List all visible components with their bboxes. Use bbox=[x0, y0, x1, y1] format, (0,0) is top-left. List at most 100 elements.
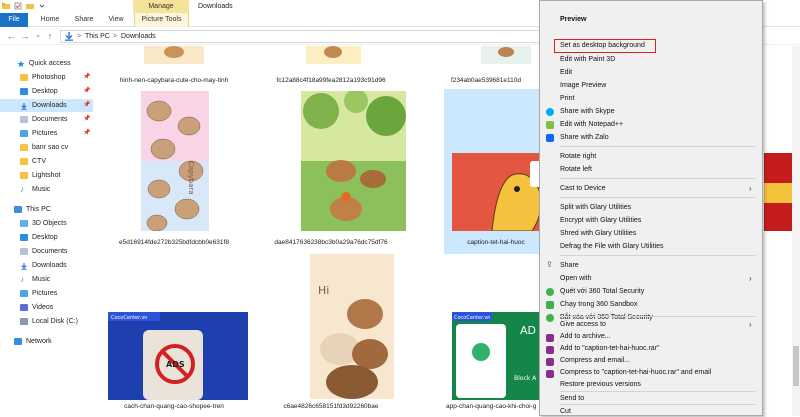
menu-item-share-skype[interactable]: Share with Skype bbox=[540, 105, 762, 118]
file-thumbnail[interactable] bbox=[481, 46, 531, 64]
tab-picture-tools[interactable]: Picture Tools bbox=[134, 13, 189, 27]
file-name[interactable]: hinh-nen-capybara-cute-cho-may-tinh bbox=[99, 77, 249, 84]
manage-contextual-tab[interactable]: Manage bbox=[133, 0, 189, 13]
menu-item-send-to[interactable]: Send to bbox=[540, 393, 762, 404]
crumb-this-pc[interactable]: This PC bbox=[85, 32, 110, 42]
nav-item-downloads[interactable]: Downloads 📌 bbox=[0, 99, 93, 112]
new-folder-icon[interactable] bbox=[26, 2, 34, 10]
nav-item-pictures-pc[interactable]: Pictures bbox=[0, 287, 93, 300]
menu-item-restore-versions[interactable]: Restore previous versions bbox=[540, 379, 762, 390]
menu-item-open-with[interactable]: Open with › bbox=[540, 272, 762, 285]
tab-view[interactable]: View bbox=[105, 13, 127, 27]
crumb-downloads[interactable]: Downloads bbox=[121, 32, 156, 42]
tab-home[interactable]: Home bbox=[38, 13, 62, 27]
menu-item-360-sandbox[interactable]: Chạy trong 360 Sandbox bbox=[540, 298, 762, 311]
menu-item-share-zalo[interactable]: Share with Zalo bbox=[540, 131, 762, 144]
back-arrow-icon[interactable]: ← bbox=[6, 31, 16, 41]
vertical-scrollbar[interactable] bbox=[792, 46, 800, 416]
file-name[interactable]: dae8417636238bc3b0a29a76dc75df76 bbox=[256, 239, 406, 246]
menu-item-image-preview[interactable]: Image Preview bbox=[540, 79, 762, 92]
computer-icon bbox=[14, 206, 22, 213]
menu-item-edit-paint-3d[interactable]: Edit with Paint 3D bbox=[540, 53, 762, 66]
nav-item-documents[interactable]: Documents 📌 bbox=[0, 113, 93, 126]
nav-item-music-pc[interactable]: ♪ Music bbox=[0, 273, 93, 286]
menu-item-cast-to-device[interactable]: Cast to Device › bbox=[540, 182, 762, 195]
network-icon bbox=[14, 338, 22, 345]
scrollbar-thumb[interactable] bbox=[793, 346, 799, 386]
file-name[interactable]: e5d16914fde272b325bdfdcbb0e631f8 bbox=[99, 239, 249, 246]
submenu-arrow-icon: › bbox=[749, 184, 752, 193]
menu-item-shred-glary[interactable]: Shred with Glary Utilities bbox=[540, 227, 762, 240]
up-arrow-icon[interactable]: ↑ bbox=[45, 31, 55, 41]
menu-item-edit[interactable]: Edit bbox=[540, 66, 762, 79]
forward-arrow-icon[interactable]: → bbox=[20, 31, 30, 41]
menu-item-defrag-glary[interactable]: Defrag the File with Glary Utilities bbox=[540, 240, 762, 253]
nav-label: Lightshot bbox=[32, 172, 61, 179]
file-thumbnail[interactable] bbox=[306, 46, 361, 64]
nav-item-music[interactable]: ♪ Music bbox=[0, 183, 93, 196]
file-thumbnail[interactable] bbox=[301, 91, 406, 231]
block-text: Block A bbox=[514, 375, 537, 382]
nav-label: Music bbox=[32, 186, 51, 193]
menu-separator bbox=[560, 197, 756, 198]
menu-item-give-access[interactable]: Give access to › bbox=[540, 319, 762, 330]
customize-qa-icon[interactable] bbox=[38, 2, 46, 10]
nav-item-network[interactable]: Network bbox=[0, 335, 93, 348]
nav-item-desktop-pc[interactable]: Desktop bbox=[0, 231, 93, 244]
file-thumbnail[interactable]: CocoCenter.vn ADS bbox=[108, 312, 248, 400]
menu-item-preview[interactable]: Preview bbox=[540, 13, 762, 26]
winrar-icon bbox=[546, 358, 554, 366]
tab-file[interactable]: File bbox=[0, 13, 28, 27]
menu-item-rotate-left[interactable]: Rotate left bbox=[540, 163, 762, 176]
app-folder-icon bbox=[2, 3, 10, 9]
nav-item-banr-sao-cv[interactable]: banr sao cv bbox=[0, 141, 93, 154]
nav-item-photoshop[interactable]: Photoshop 📌 bbox=[0, 71, 93, 84]
file-thumbnail[interactable]: Capybara bbox=[141, 91, 209, 231]
nav-item-documents-pc[interactable]: Documents bbox=[0, 245, 93, 258]
menu-item-360-scan[interactable]: Quét với 360 Total Security bbox=[540, 285, 762, 298]
file-thumbnail[interactable]: Hi bbox=[310, 254, 394, 399]
file-name[interactable]: caption-tet-hai-huoc bbox=[446, 239, 546, 246]
nav-item-local-disk[interactable]: Local Disk (C:) bbox=[0, 315, 93, 328]
menu-item-add-archive[interactable]: Add to archive... bbox=[540, 331, 762, 342]
file-name[interactable]: app-chan-quang-cao-khi-choi-game bbox=[446, 403, 536, 410]
file-thumbnail-partial[interactable] bbox=[764, 153, 794, 231]
file-name[interactable]: c6ae4826c658151fd3d92260bae bbox=[256, 403, 406, 410]
menu-item-notepad-plus[interactable]: Edit with Notepad++ bbox=[540, 118, 762, 131]
hi-text: Hi bbox=[318, 284, 329, 297]
menu-item-split-glary[interactable]: Split with Glary Utilities bbox=[540, 201, 762, 214]
menu-item-compress-email[interactable]: Compress and email... bbox=[540, 355, 762, 366]
file-name[interactable]: f234ab0ae539681e110d bbox=[436, 77, 536, 84]
recent-locations-icon[interactable]: ⌄ bbox=[33, 31, 43, 41]
nav-item-pictures[interactable]: Pictures 📌 bbox=[0, 127, 93, 140]
submenu-arrow-icon: › bbox=[749, 320, 752, 329]
nav-item-this-pc[interactable]: This PC bbox=[0, 203, 93, 216]
menu-item-encrypt-glary[interactable]: Encrypt with Glary Utilities bbox=[540, 214, 762, 227]
pin-icon: 📌 bbox=[83, 116, 91, 122]
file-thumbnail[interactable] bbox=[144, 46, 204, 64]
properties-icon[interactable] bbox=[14, 2, 22, 10]
menu-item-print[interactable]: Print bbox=[540, 92, 762, 105]
nav-label: Videos bbox=[32, 304, 54, 311]
menu-item-share[interactable]: ⇪ Share bbox=[540, 259, 762, 272]
nav-item-desktop[interactable]: Desktop 📌 bbox=[0, 85, 93, 98]
file-thumbnail[interactable]: CocoCenter.vn AD Block A bbox=[452, 312, 544, 400]
download-folder-icon bbox=[65, 32, 73, 41]
nav-item-ctv[interactable]: CTV bbox=[0, 155, 93, 168]
nav-item-lightshot[interactable]: Lightshot bbox=[0, 169, 93, 182]
nav-label: Downloads bbox=[32, 102, 67, 109]
menu-item-rotate-right[interactable]: Rotate right bbox=[540, 150, 762, 163]
nav-item-3d-objects[interactable]: 3D Objects bbox=[0, 217, 93, 230]
menu-item-add-to-rar[interactable]: Add to "caption-tet-hai-huoc.rar" bbox=[540, 343, 762, 354]
nav-label: banr sao cv bbox=[32, 144, 69, 151]
tab-share[interactable]: Share bbox=[72, 13, 96, 27]
menu-separator bbox=[560, 178, 756, 179]
nav-item-downloads-pc[interactable]: Downloads bbox=[0, 259, 93, 272]
file-name[interactable]: fc12a88c4f18a99fea2812a193c91d96 bbox=[256, 77, 406, 84]
menu-item-compress-rar-email[interactable]: Compress to "caption-tet-hai-huoc.rar" a… bbox=[540, 367, 762, 378]
nav-item-videos[interactable]: Videos bbox=[0, 301, 93, 314]
file-name[interactable]: cach-chan-quang-cao-shopee-tren bbox=[99, 403, 249, 410]
nav-item-quick-access[interactable]: Quick access bbox=[0, 57, 93, 70]
menu-item-cut[interactable]: Cut bbox=[540, 406, 762, 417]
quick-access-toolbar bbox=[2, 2, 46, 10]
